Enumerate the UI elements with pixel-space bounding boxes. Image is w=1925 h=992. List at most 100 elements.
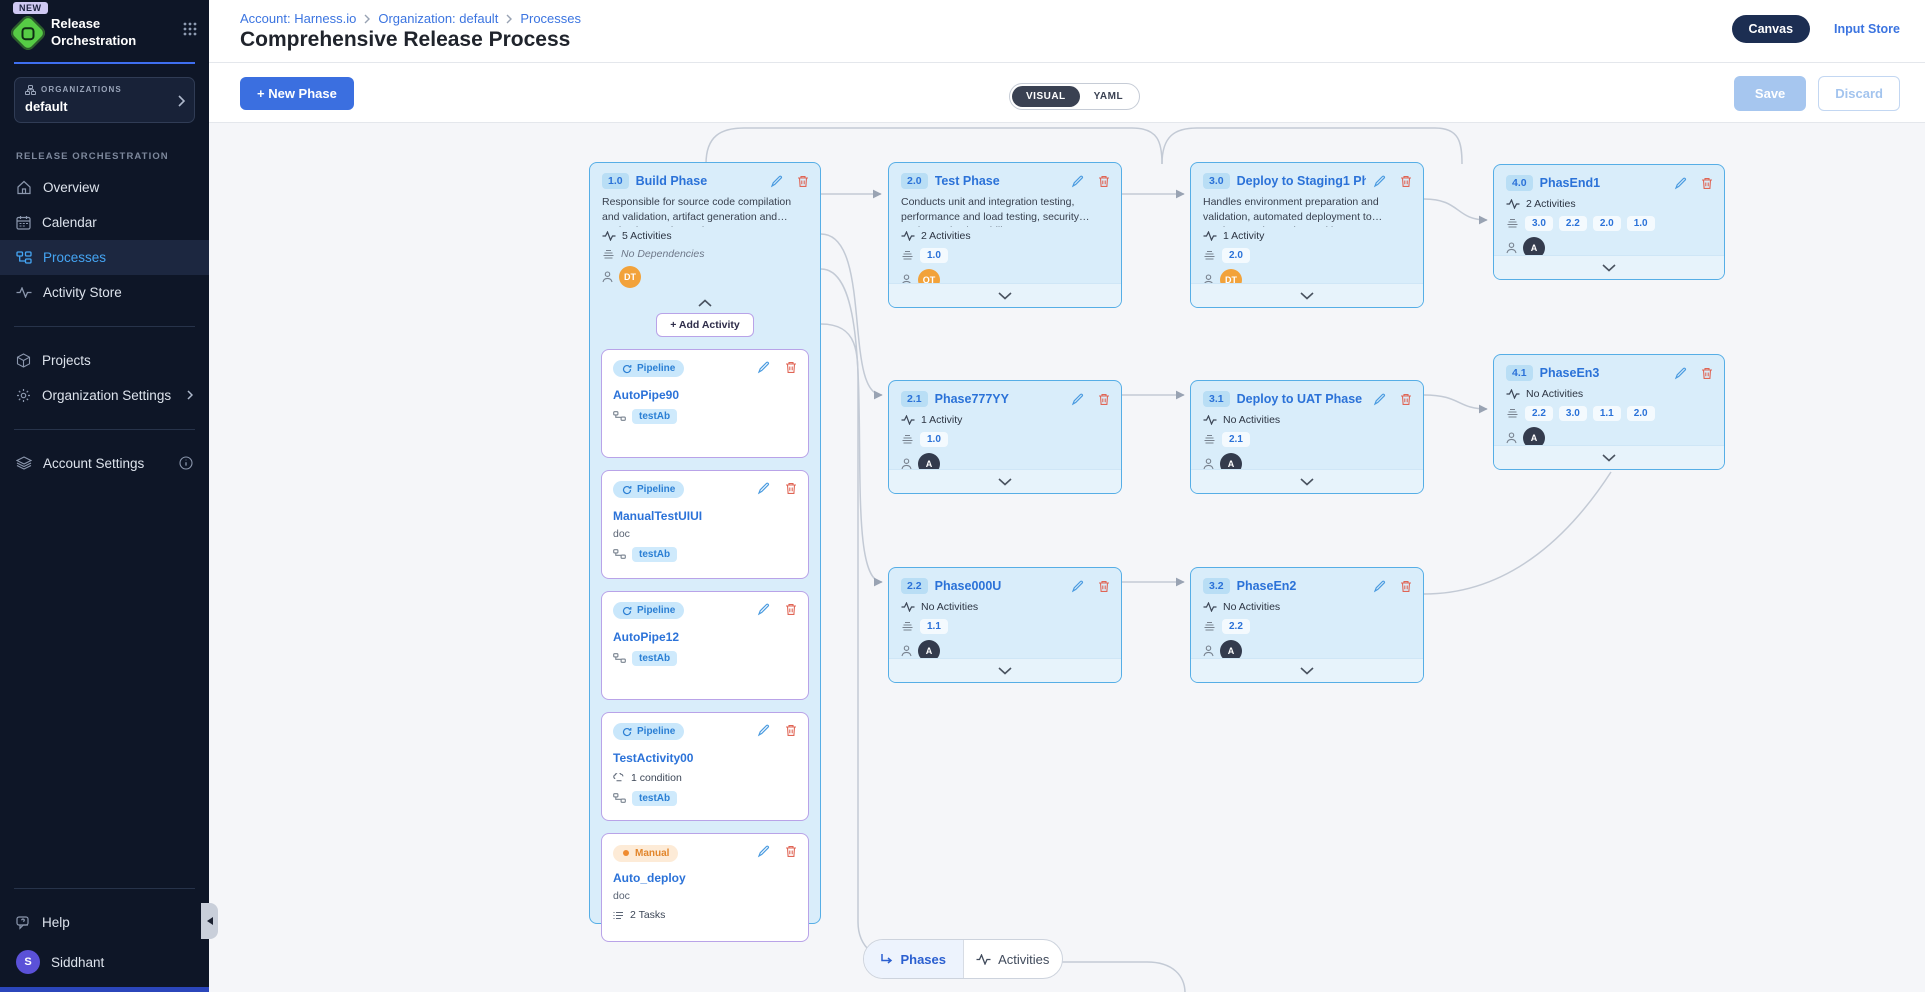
activity-pulse-icon	[1506, 389, 1520, 399]
activity-pulse-icon	[901, 231, 915, 241]
phase-name[interactable]: PhasEnd1	[1540, 176, 1667, 190]
phase-card-phaseen3[interactable]: 4.1 PhaseEn3 No Activities 2.23.01.12.0 …	[1493, 354, 1725, 470]
activity-card-auto-deploy[interactable]: Manual Auto_deploy doc 2 Tasks	[601, 833, 809, 942]
edit-activity-icon[interactable]	[757, 482, 770, 495]
phase-dependencies: 2.23.01.12.0	[1494, 403, 1724, 424]
discard-button[interactable]: Discard	[1818, 76, 1900, 111]
edit-activity-icon[interactable]	[757, 724, 770, 737]
activity-type-chip: Pipeline	[613, 481, 684, 498]
activity-name[interactable]: AutoPipe90	[613, 388, 797, 402]
screen-bottom-bar	[0, 987, 209, 992]
expand-phase-chevron[interactable]	[889, 658, 1121, 682]
sidebar-item-account-settings[interactable]: Account Settings	[0, 446, 209, 481]
delete-phase-icon[interactable]	[1701, 367, 1713, 380]
sidebar-item-calendar[interactable]: Calendar	[0, 205, 209, 240]
phase-name[interactable]: PhaseEn2	[1237, 579, 1366, 593]
delete-phase-icon[interactable]	[1701, 177, 1713, 190]
new-phase-button[interactable]: + New Phase	[240, 77, 354, 110]
edit-phase-icon[interactable]	[1674, 367, 1687, 380]
activity-card-autopipe12[interactable]: Pipeline AutoPipe12 testAb	[601, 591, 809, 700]
delete-phase-icon[interactable]	[1400, 580, 1412, 593]
expand-phase-chevron[interactable]	[1191, 469, 1423, 493]
user-menu[interactable]: S Siddhant	[0, 940, 209, 984]
phase-name[interactable]: Deploy to UAT Phase	[1237, 392, 1366, 406]
edit-phase-icon[interactable]	[770, 175, 783, 188]
phase-card-phase777yy[interactable]: 2.1 Phase777YY 1 Activity 1.0 A	[888, 380, 1122, 494]
activity-card-manualtestuiui[interactable]: Pipeline ManualTestUIUI doc testAb	[601, 470, 809, 579]
delete-activity-icon[interactable]	[785, 845, 797, 858]
expand-phase-chevron[interactable]	[1191, 283, 1423, 307]
phase-name[interactable]: PhaseEn3	[1540, 366, 1667, 380]
add-activity-button[interactable]: + Add Activity	[656, 313, 754, 337]
tab-phases[interactable]: Phases	[864, 940, 964, 978]
app-grid-icon[interactable]	[183, 22, 197, 36]
delete-phase-icon[interactable]	[1098, 580, 1110, 593]
breadcrumb-account[interactable]: Account: Harness.io	[240, 11, 356, 26]
tab-activities[interactable]: Activities	[964, 940, 1063, 978]
phase-card-phasend1[interactable]: 4.0 PhasEnd1 2 Activities 3.02.22.01.0 A	[1493, 164, 1725, 280]
edit-phase-icon[interactable]	[1373, 175, 1386, 188]
breadcrumb-organization[interactable]: Organization: default	[378, 11, 498, 26]
activity-card-testactivity00[interactable]: Pipeline TestActivity00 1 condition test…	[601, 712, 809, 821]
delete-activity-icon[interactable]	[785, 361, 797, 374]
edit-phase-icon[interactable]	[1071, 580, 1084, 593]
activity-name[interactable]: Auto_deploy	[613, 871, 797, 885]
phase-card-phase000u[interactable]: 2.2 Phase000U No Activities 1.1 A	[888, 567, 1122, 683]
expand-phase-chevron[interactable]	[1191, 658, 1423, 682]
activity-name[interactable]: ManualTestUIUI	[613, 509, 797, 523]
save-button[interactable]: Save	[1734, 76, 1806, 111]
expand-phase-chevron[interactable]	[889, 283, 1121, 307]
edit-phase-icon[interactable]	[1674, 177, 1687, 190]
delete-phase-icon[interactable]	[1098, 393, 1110, 406]
expand-phase-chevron[interactable]	[1494, 445, 1724, 469]
sidebar-item-processes[interactable]: Processes	[0, 240, 209, 275]
sidebar-item-projects[interactable]: Projects	[0, 343, 209, 378]
phase-activities-count: No Activities	[1191, 598, 1423, 616]
info-icon[interactable]	[179, 456, 193, 470]
phase-name[interactable]: Phase777YY	[935, 392, 1064, 406]
breadcrumb-processes[interactable]: Processes	[520, 11, 581, 26]
collapse-activities-chevron[interactable]	[590, 291, 820, 310]
edit-phase-icon[interactable]	[1373, 393, 1386, 406]
phase-card-uat[interactable]: 3.1 Deploy to UAT Phase No Activities 2.…	[1190, 380, 1424, 494]
edit-phase-icon[interactable]	[1071, 393, 1084, 406]
expand-phase-chevron[interactable]	[889, 469, 1121, 493]
delete-activity-icon[interactable]	[785, 482, 797, 495]
input-store-link[interactable]: Input Store	[1834, 22, 1900, 36]
activity-card-autopipe90[interactable]: Pipeline AutoPipe90 testAb	[601, 349, 809, 458]
delete-phase-icon[interactable]	[1098, 175, 1110, 188]
sidebar-collapse-handle[interactable]	[201, 903, 218, 939]
yaml-toggle-option[interactable]: YAML	[1080, 86, 1137, 107]
edit-phase-icon[interactable]	[1071, 175, 1084, 188]
edit-activity-icon[interactable]	[757, 845, 770, 858]
phase-name[interactable]: Test Phase	[935, 174, 1064, 188]
visual-toggle-option[interactable]: VISUAL	[1012, 86, 1080, 107]
help-button[interactable]: Help	[0, 905, 209, 940]
sidebar-item-organization-settings[interactable]: Organization Settings	[0, 378, 209, 413]
edit-activity-icon[interactable]	[757, 603, 770, 616]
organization-selector[interactable]: ORGANIZATIONS default	[14, 77, 195, 123]
edit-phase-icon[interactable]	[1373, 580, 1386, 593]
phase-name[interactable]: Deploy to Staging1 Phase	[1237, 174, 1366, 188]
delete-phase-icon[interactable]	[1400, 175, 1412, 188]
phase-card-staging[interactable]: 3.0 Deploy to Staging1 Phase Handles env…	[1190, 162, 1424, 308]
expand-phase-chevron[interactable]	[1494, 255, 1724, 279]
activity-name[interactable]: AutoPipe12	[613, 630, 797, 644]
sidebar-item-overview[interactable]: Overview	[0, 170, 209, 205]
edit-activity-icon[interactable]	[757, 361, 770, 374]
delete-phase-icon[interactable]	[1400, 393, 1412, 406]
delete-activity-icon[interactable]	[785, 603, 797, 616]
canvas-view-button[interactable]: Canvas	[1732, 15, 1810, 43]
process-canvas[interactable]: 1.0 Build Phase Responsible for source c…	[209, 124, 1925, 992]
dependencies-icon	[901, 434, 914, 445]
phase-name[interactable]: Phase000U	[935, 579, 1064, 593]
activity-name[interactable]: TestActivity00	[613, 751, 797, 765]
phase-card-build[interactable]: 1.0 Build Phase Responsible for source c…	[589, 162, 821, 924]
delete-phase-icon[interactable]	[797, 175, 809, 188]
phase-name[interactable]: Build Phase	[636, 174, 763, 188]
phase-card-phaseen2[interactable]: 3.2 PhaseEn2 No Activities 2.2 A	[1190, 567, 1424, 683]
delete-activity-icon[interactable]	[785, 724, 797, 737]
owner-avatar[interactable]: DT	[619, 266, 641, 288]
sidebar-item-activity-store[interactable]: Activity Store	[0, 275, 209, 310]
phase-card-test[interactable]: 2.0 Test Phase Conducts unit and integra…	[888, 162, 1122, 308]
